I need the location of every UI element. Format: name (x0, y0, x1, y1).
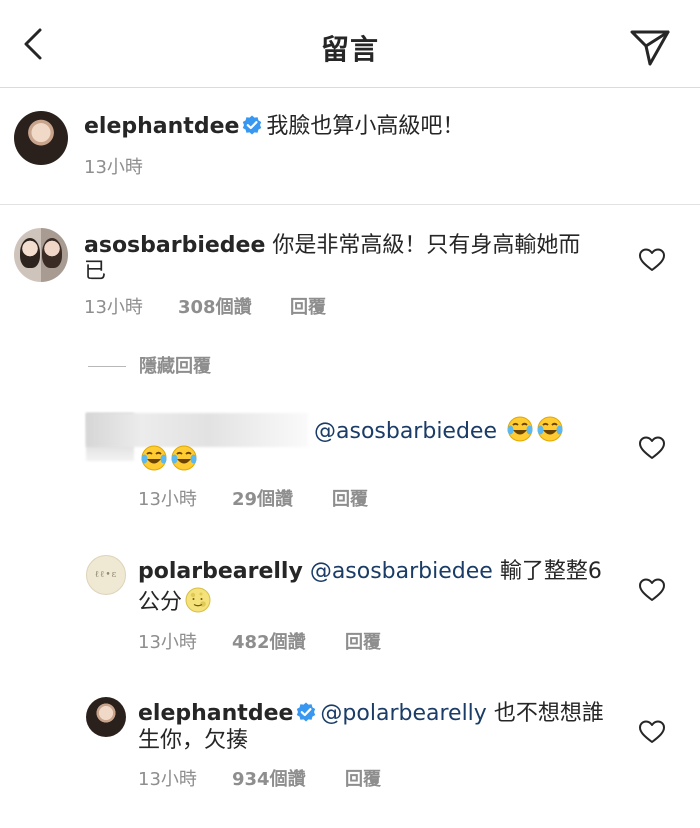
caption-line: elephantdee 我臉也算小高級吧！ (84, 113, 464, 141)
reply-text-2: 公分 (138, 590, 183, 615)
tears-of-joy-emoji (537, 416, 563, 442)
reply-line-2 (138, 444, 198, 475)
caption-username[interactable]: elephantdee (84, 114, 239, 139)
reply-button[interactable]: 回覆 (345, 765, 381, 791)
reply-time: 13小時 (138, 632, 197, 653)
comment-likes[interactable]: 308個讚 (178, 293, 252, 319)
reply-line-2: 公分 (138, 586, 212, 617)
tears-of-joy-emoji (507, 416, 533, 442)
tears-of-joy-emoji (171, 445, 197, 471)
comment-line-1: asosbarbiedee 你是非常高級！只有身高輸她而 (84, 232, 580, 260)
hide-replies-label: 隱藏回覆 (139, 356, 211, 377)
reply-button[interactable]: 回覆 (290, 293, 326, 319)
reply-button[interactable]: 回覆 (332, 485, 368, 511)
reply-likes[interactable]: 482個讚 (232, 628, 306, 654)
verified-badge-icon (297, 702, 316, 722)
reply-likes[interactable]: 934個讚 (232, 765, 306, 791)
full-moon-face-emoji (185, 587, 211, 613)
comment-meta: 13小時 (84, 293, 143, 319)
verified-badge-icon (243, 115, 262, 135)
avatar[interactable]: ℓℓ•ɛ (86, 555, 126, 595)
avatar[interactable] (14, 111, 68, 165)
reply-button[interactable]: 回覆 (345, 628, 381, 654)
caption-text: 我臉也算小高級吧！ (266, 114, 465, 139)
comment-username[interactable]: asosbarbiedee (84, 233, 265, 258)
avatar[interactable] (86, 697, 126, 737)
heart-outline-icon[interactable] (638, 435, 666, 461)
reply-time: 13小時 (138, 769, 197, 790)
divider (88, 366, 126, 367)
avatar-text: ℓℓ•ɛ (94, 570, 118, 580)
reply-username[interactable]: polarbearelly (138, 559, 303, 584)
avatar[interactable] (14, 228, 68, 282)
paper-plane-icon (630, 30, 670, 66)
heart-outline-icon[interactable] (638, 247, 666, 273)
heart-outline-icon[interactable] (638, 577, 666, 603)
mention-link[interactable]: @asosbarbiedee (314, 419, 497, 444)
comment-text: 你是非常高級！只有身高輸她而 (272, 233, 581, 258)
reply-text: 也不想想誰 (493, 701, 604, 726)
reply-line-2: 生你，欠揍 (138, 728, 249, 753)
top-nav-bar: 留言 (0, 0, 700, 88)
share-button[interactable] (628, 24, 672, 68)
reply-line-1: elephantdee @polarbearelly 也不想想誰 (138, 700, 604, 728)
reply-line-1: @asosbarbiedee (314, 415, 564, 446)
reply-text: 輸了整整6 (499, 559, 602, 584)
caption-time: 13小時 (84, 157, 143, 178)
heart-outline-icon[interactable] (638, 719, 666, 745)
page-title: 留言 (320, 33, 379, 66)
reply-username[interactable]: elephantdee (138, 701, 293, 726)
reply-time: 13小時 (138, 489, 197, 510)
tears-of-joy-emoji (141, 445, 167, 471)
mention-link[interactable]: @asosbarbiedee (310, 559, 493, 584)
blurred-username (86, 413, 308, 447)
post-caption: elephantdee 我臉也算小高級吧！ 13小時 (0, 89, 700, 205)
comment-line-2: 已 (84, 259, 107, 284)
mention-link[interactable]: @polarbearelly (320, 701, 486, 726)
reply-line-1: polarbearelly @asosbarbiedee 輸了整整6 (138, 558, 602, 586)
comment-time: 13小時 (84, 297, 143, 318)
reply-likes[interactable]: 29個讚 (232, 485, 293, 511)
